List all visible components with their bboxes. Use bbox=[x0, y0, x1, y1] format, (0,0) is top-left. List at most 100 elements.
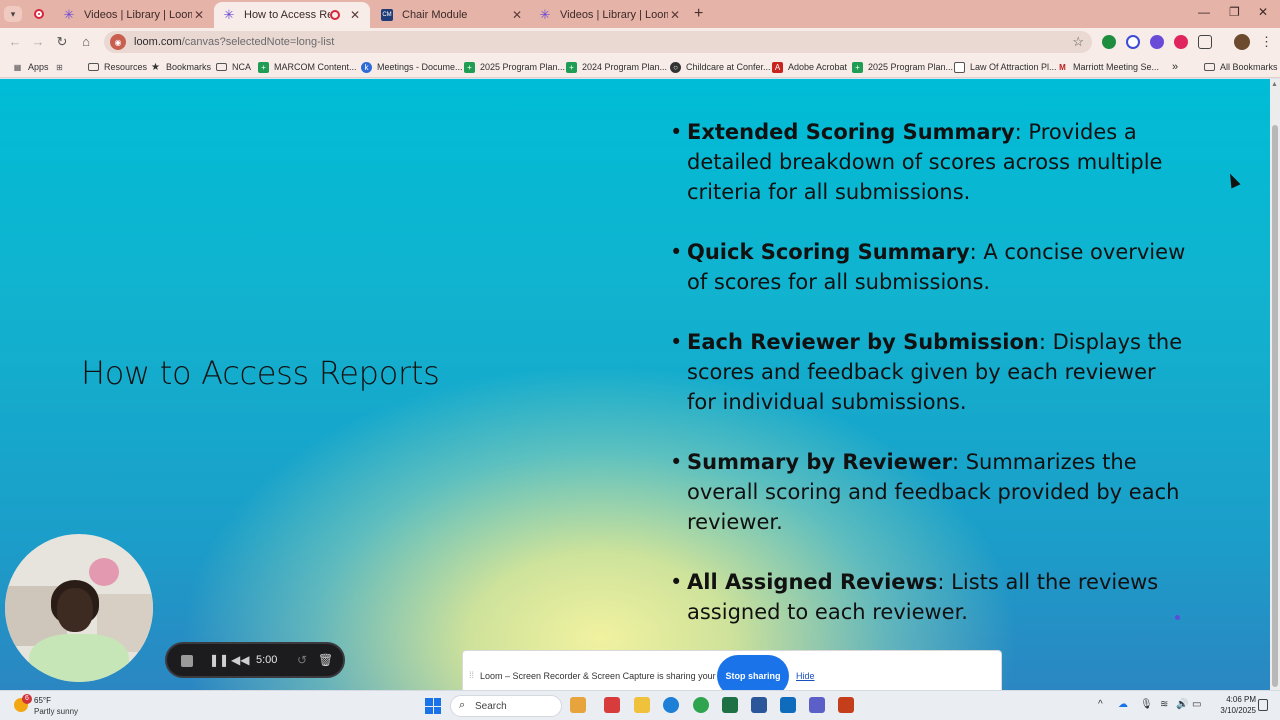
tab-videos-library-2[interactable]: ✳ Videos | Library | Loom ✕ bbox=[530, 2, 690, 28]
extension-red-icon[interactable] bbox=[1174, 35, 1188, 49]
item-term: All Assigned Reviews bbox=[687, 570, 938, 594]
scroll-up-icon[interactable]: ▲ bbox=[1271, 81, 1278, 88]
news-app-icon[interactable] bbox=[604, 697, 620, 713]
bookmark-law-of-attraction[interactable]: Law Of Attraction Pl... bbox=[954, 59, 1057, 75]
close-icon[interactable]: ✕ bbox=[348, 8, 362, 22]
restore-button[interactable]: ❐ bbox=[1229, 5, 1240, 19]
weather-temperature: 65°F bbox=[34, 696, 51, 705]
profile-avatar[interactable] bbox=[1234, 34, 1250, 50]
onedrive-icon[interactable]: ☁ bbox=[1118, 699, 1128, 710]
taskbar-search[interactable]: ⌕ Search bbox=[450, 695, 562, 717]
extension-grammarly-icon[interactable] bbox=[1102, 35, 1116, 49]
bookmark-marcom[interactable]: + MARCOM Content... bbox=[258, 59, 357, 75]
file-explorer-icon[interactable] bbox=[570, 697, 586, 713]
search-label: Search bbox=[475, 701, 507, 712]
record-icon bbox=[34, 9, 44, 19]
system-clock[interactable]: 4:06 PM 3/10/2025 bbox=[1208, 694, 1256, 716]
wifi-icon[interactable]: ≋ bbox=[1160, 699, 1168, 710]
tab-videos-library-1[interactable]: ✳ Videos | Library | Loom ✕ bbox=[54, 2, 214, 28]
restart-icon[interactable]: ↺ bbox=[297, 653, 307, 667]
bookmark-grid[interactable]: ⊞ bbox=[54, 59, 70, 75]
camera-person-face bbox=[57, 588, 93, 632]
extensions-puzzle-icon[interactable] bbox=[1198, 35, 1212, 49]
windows-taskbar: 6 65°F Partly sunny ⌕ Search ^ ☁ 🎙 ≋ 🔊 ▭… bbox=[0, 690, 1280, 720]
tray-overflow-icon[interactable]: ^ bbox=[1098, 699, 1103, 710]
slide-canvas: How to Access Reports Extended Scoring S… bbox=[0, 79, 1270, 690]
bookmark-marriott[interactable]: M Marriott Meeting Se... bbox=[1057, 59, 1159, 75]
bookmark-adobe-acrobat[interactable]: A Adobe Acrobat bbox=[772, 59, 847, 75]
home-button[interactable]: ⌂ bbox=[78, 34, 94, 50]
globe-icon: ○ bbox=[670, 61, 681, 73]
bookmark-bookmarks[interactable]: ★ Bookmarks bbox=[150, 59, 211, 75]
teams-icon[interactable] bbox=[809, 697, 825, 713]
forward-button[interactable]: → bbox=[30, 34, 46, 50]
powerpoint-icon[interactable] bbox=[838, 697, 854, 713]
close-icon[interactable]: ✕ bbox=[510, 8, 524, 22]
tab-chair-module[interactable]: CM Chair Module ✕ bbox=[372, 2, 532, 28]
stop-recording-button[interactable] bbox=[181, 655, 193, 667]
item-term: Summary by Reviewer bbox=[687, 450, 952, 474]
clock-time: 4:06 PM bbox=[1226, 695, 1256, 704]
bookmark-star-icon[interactable]: ☆ bbox=[1072, 34, 1084, 50]
minimize-button[interactable]: — bbox=[1198, 5, 1210, 19]
drag-handle-icon[interactable]: ⁞⁞ bbox=[469, 670, 474, 680]
outlook-icon[interactable] bbox=[780, 697, 796, 713]
loom-icon: ✳ bbox=[223, 7, 235, 22]
site-info-icon[interactable]: ◉ bbox=[110, 34, 126, 50]
loom-icon: ✳ bbox=[539, 7, 551, 22]
bookmark-2024-program[interactable]: +2024 Program Plan... bbox=[566, 59, 667, 75]
bookmark-meetings[interactable]: k Meetings - Docume... bbox=[361, 59, 463, 75]
recording-indicator-tab[interactable] bbox=[30, 6, 48, 22]
delete-icon[interactable]: 🗑 bbox=[318, 653, 333, 667]
pause-icon[interactable]: ❚❚ bbox=[209, 653, 229, 667]
windows-start-icon[interactable] bbox=[425, 698, 441, 714]
item-term: Extended Scoring Summary bbox=[687, 120, 1015, 144]
scrollbar-thumb[interactable] bbox=[1272, 125, 1278, 687]
bookmark-childcare[interactable]: ○ Childcare at Confer... bbox=[670, 59, 771, 75]
microphone-icon[interactable]: 🎙 bbox=[1140, 699, 1153, 710]
notification-icon[interactable] bbox=[1258, 699, 1268, 711]
hide-link[interactable]: Hide bbox=[796, 671, 815, 681]
chrome-icon[interactable] bbox=[693, 697, 709, 713]
meetings-icon: k bbox=[361, 61, 372, 73]
all-bookmarks-button[interactable]: All Bookmarks bbox=[1204, 59, 1278, 75]
extension-circle-icon[interactable] bbox=[1126, 35, 1140, 49]
tab-title: Chair Module bbox=[402, 9, 468, 21]
camera-bubble[interactable] bbox=[5, 534, 153, 682]
weather-widget[interactable]: 6 65°F Partly sunny bbox=[10, 694, 90, 718]
list-item: Summary by Reviewer: Summarizes the over… bbox=[668, 447, 1188, 537]
folder-icon bbox=[1204, 63, 1215, 71]
more-bookmarks-button[interactable]: » bbox=[1172, 59, 1178, 75]
address-bar[interactable]: ◉ loom.com/canvas?selectedNote=long-list… bbox=[104, 31, 1092, 53]
bookmark-resources[interactable]: Resources bbox=[88, 59, 147, 75]
close-icon[interactable]: ✕ bbox=[668, 8, 682, 22]
rewind-icon[interactable]: ◀◀ bbox=[231, 653, 249, 667]
folder-app-icon[interactable] bbox=[634, 697, 650, 713]
bookmark-nca[interactable]: NCA bbox=[216, 59, 251, 75]
page-scrollbar[interactable]: ▲ bbox=[1270, 79, 1280, 690]
weather-badge: 6 bbox=[22, 694, 32, 704]
close-window-button[interactable]: ✕ bbox=[1258, 5, 1268, 19]
close-icon[interactable]: ✕ bbox=[192, 8, 206, 22]
extension-loom-icon[interactable] bbox=[1150, 35, 1164, 49]
menu-kebab-icon[interactable]: ⋮ bbox=[1260, 34, 1273, 50]
weather-condition: Partly sunny bbox=[34, 707, 79, 716]
battery-icon[interactable]: ▭ bbox=[1192, 699, 1201, 710]
tab-search-button[interactable]: ▾ bbox=[4, 6, 22, 22]
excel-icon[interactable] bbox=[722, 697, 738, 713]
word-icon[interactable] bbox=[751, 697, 767, 713]
volume-icon[interactable]: 🔊 bbox=[1176, 699, 1188, 710]
edge-icon[interactable] bbox=[663, 697, 679, 713]
bookmark-2025-program-1[interactable]: +2025 Program Plan... bbox=[464, 59, 565, 75]
page-icon bbox=[954, 61, 965, 73]
reload-button[interactable]: ↻ bbox=[54, 34, 70, 50]
bookmark-apps[interactable]: ▦ Apps bbox=[12, 59, 49, 75]
back-button[interactable]: ← bbox=[7, 34, 23, 50]
new-tab-button[interactable]: + bbox=[694, 5, 703, 23]
clock-date: 3/10/2025 bbox=[1220, 706, 1256, 715]
report-types-list: Extended Scoring Summary: Provides a det… bbox=[668, 117, 1188, 657]
list-item: Each Reviewer by Submission: Displays th… bbox=[668, 327, 1188, 417]
bookmark-2025-program-2[interactable]: +2025 Program Plan... bbox=[852, 59, 953, 75]
share-message: Loom – Screen Recorder & Screen Capture … bbox=[480, 671, 748, 681]
tab-how-to-access-reports[interactable]: ✳ How to Access Reports ✕ bbox=[214, 2, 370, 28]
